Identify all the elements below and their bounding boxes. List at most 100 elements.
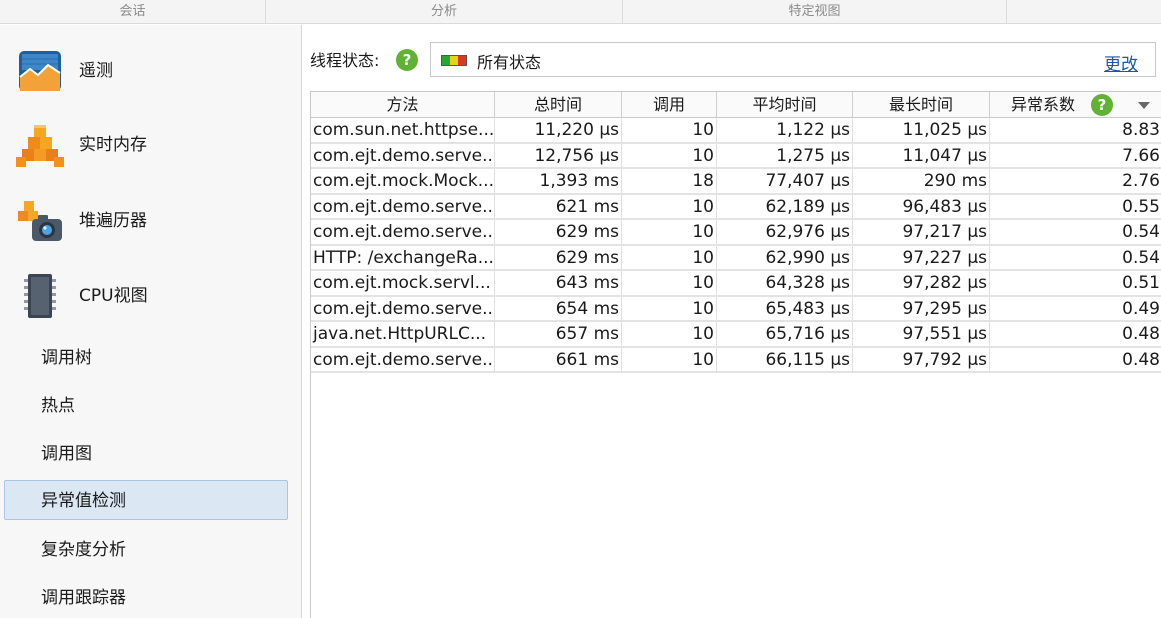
- cell-maximum-time: 97,792 µs: [853, 347, 990, 372]
- cell-average-time: 65,483 µs: [717, 296, 853, 321]
- cell-method: com.sun.net.httpse...: [313, 118, 495, 142]
- thread-state-color-icon: [441, 55, 467, 66]
- cell-outlier-coefficient: 0.54: [1122, 222, 1160, 242]
- change-thread-state-link[interactable]: 更改: [1104, 50, 1138, 75]
- cell-outlier-coefficient: 0.48: [1122, 324, 1160, 344]
- sidebar-item-hot-spots[interactable]: 热点: [4, 385, 288, 425]
- cell-method: com.ejt.demo.serve...: [313, 220, 495, 244]
- sidebar: 遥测 实时内存 堆遍历器 CPU视图 调用树 热点 调用图 异常值检测 复杂度分…: [0, 25, 302, 618]
- cell-total-time: 12,756 µs: [495, 143, 622, 168]
- cell-outlier-coefficient: 0.51: [1122, 273, 1160, 293]
- cell-average-time: 1,275 µs: [717, 143, 853, 168]
- sidebar-item-call-tree[interactable]: 调用树: [4, 337, 288, 377]
- group-session: 会话: [0, 0, 266, 24]
- sidebar-item-label: CPU视图: [79, 286, 148, 306]
- cell-method: com.ejt.demo.serve...: [313, 143, 495, 168]
- cell-total-time: 1,393 ms: [495, 169, 622, 193]
- cell-invocations: 10: [622, 322, 717, 346]
- cell-average-time: 62,189 µs: [717, 194, 853, 219]
- cell-total-time: 643 ms: [495, 271, 622, 295]
- group-specific-views: 特定视图: [623, 0, 1007, 24]
- cell-invocations: 10: [622, 143, 717, 168]
- cell-maximum-time: 97,217 µs: [853, 220, 990, 244]
- column-header-maximum-time[interactable]: 最长时间: [853, 92, 990, 118]
- table-row[interactable]: com.ejt.demo.serve... 629 ms 10 62,976 µs 97…: [311, 220, 1161, 246]
- table-row[interactable]: com.ejt.demo.serve... 621 ms 10 62,189 µs 96…: [311, 194, 1161, 220]
- cell-average-time: 65,716 µs: [717, 322, 853, 346]
- thread-state-label: 线程状态:: [310, 51, 380, 70]
- column-header-outlier-coefficient[interactable]: 异常系数: [990, 92, 1161, 118]
- cell-total-time: 657 ms: [495, 322, 622, 346]
- column-header-method[interactable]: 方法: [311, 92, 495, 118]
- table-row[interactable]: com.ejt.demo.serve... 12,756 µs 10 1,275 µs…: [311, 143, 1161, 169]
- cell-method: HTTP: /exchangeRa...: [313, 245, 495, 270]
- sidebar-item-live-memory[interactable]: 实时内存: [0, 113, 300, 177]
- cell-method: com.ejt.demo.serve...: [313, 194, 495, 219]
- cell-maximum-time: 97,551 µs: [853, 322, 990, 346]
- cell-method: java.net.HttpURLC...: [311, 322, 495, 346]
- cell-average-time: 77,407 µs: [717, 169, 853, 193]
- cell-average-time: 1,122 µs: [717, 118, 853, 142]
- table-row[interactable]: com.ejt.demo.serve... 654 ms 10 65,483 µs 97…: [311, 296, 1161, 322]
- cell-average-time: 62,990 µs: [717, 245, 853, 270]
- cell-average-time: 64,328 µs: [717, 271, 853, 295]
- column-header-total-time[interactable]: 总时间: [495, 92, 622, 118]
- cell-method: com.ejt.demo.serve...: [313, 347, 495, 372]
- cell-invocations: 10: [622, 220, 717, 244]
- sidebar-item-complexity-analysis[interactable]: 复杂度分析: [4, 529, 288, 569]
- cell-average-time: 62,976 µs: [717, 220, 853, 244]
- cpu-chip-icon: [16, 272, 64, 320]
- cell-outlier-coefficient: 0.49: [1122, 298, 1160, 319]
- sidebar-item-call-graph[interactable]: 调用图: [4, 433, 288, 473]
- cell-maximum-time: 97,295 µs: [853, 296, 990, 321]
- cell-maximum-time: 97,227 µs: [853, 245, 990, 270]
- cell-invocations: 10: [622, 296, 717, 321]
- table-row[interactable]: com.ejt.mock.Mock... 1,393 ms 18 77,407 µs 2…: [311, 169, 1161, 195]
- cell-average-time: 66,115 µs: [717, 347, 853, 372]
- cell-invocations: 10: [622, 245, 717, 270]
- cell-outlier-coefficient: 0.48: [1122, 349, 1160, 370]
- cell-method: com.ejt.mock.Mock...: [313, 169, 495, 193]
- cell-maximum-time: 11,025 µs: [853, 118, 990, 142]
- heap-walker-icon: [16, 197, 64, 245]
- sidebar-item-label: 堆遍历器: [79, 211, 147, 231]
- telemetry-icon: [16, 47, 64, 95]
- cell-maximum-time: 97,282 µs: [853, 271, 990, 295]
- cell-invocations: 10: [622, 194, 717, 219]
- table-row[interactable]: java.net.HttpURLC... 657 ms 10 65,716 µs 97,…: [311, 322, 1161, 348]
- table-row[interactable]: com.ejt.mock.servl... 643 ms 10 64,328 µs 97…: [311, 271, 1161, 297]
- sidebar-item-outlier-detection[interactable]: 异常值检测: [4, 480, 288, 520]
- help-icon[interactable]: ?: [1091, 94, 1113, 116]
- table-row[interactable]: HTTP: /exchangeRa... 629 ms 10 62,990 µs 97,…: [311, 245, 1161, 271]
- cell-total-time: 621 ms: [495, 194, 622, 219]
- cell-invocations: 10: [622, 118, 717, 142]
- cell-invocations: 10: [622, 271, 717, 295]
- view-group-bar: 会话 分析 特定视图: [0, 0, 1161, 24]
- sidebar-item-label: 实时内存: [79, 135, 147, 155]
- help-icon[interactable]: ?: [396, 49, 418, 71]
- outlier-detection-view: 线程状态: ? 所有状态 更改 方法 总时间 调用 平均时间 最长时间 异常系数…: [303, 25, 1161, 618]
- cell-method: com.ejt.demo.serve...: [313, 296, 495, 321]
- cell-maximum-time: 11,047 µs: [853, 143, 990, 168]
- column-header-average-time[interactable]: 平均时间: [717, 92, 853, 118]
- sidebar-item-heap-walker[interactable]: 堆遍历器: [0, 189, 300, 253]
- cell-outlier-coefficient: 8.83: [1122, 120, 1160, 140]
- cell-total-time: 654 ms: [495, 296, 622, 321]
- sidebar-item-call-tracer[interactable]: 调用跟踪器: [4, 577, 288, 617]
- cell-method: com.ejt.mock.servl...: [311, 271, 495, 295]
- cell-total-time: 661 ms: [495, 347, 622, 372]
- cell-maximum-time: 290 ms: [853, 169, 990, 193]
- sidebar-item-cpu-views[interactable]: CPU视图: [0, 264, 300, 328]
- sidebar-item-label: 遥测: [79, 61, 113, 81]
- thread-state-value: 所有状态: [477, 53, 542, 72]
- outlier-table: 方法 总时间 调用 平均时间 最长时间 异常系数 ? com.sun.net.h…: [310, 91, 1161, 618]
- table-header: 方法 总时间 调用 平均时间 最长时间 异常系数 ?: [311, 92, 1161, 118]
- table-row[interactable]: com.sun.net.httpse... 11,220 µs 10 1,122 µs…: [311, 118, 1161, 144]
- group-analysis: 分析: [266, 0, 623, 24]
- sidebar-item-telemetry[interactable]: 遥测: [0, 39, 300, 103]
- cell-maximum-time: 96,483 µs: [853, 194, 990, 219]
- cell-total-time: 11,220 µs: [495, 118, 622, 142]
- column-header-invocations[interactable]: 调用: [622, 92, 717, 118]
- thread-state-selector[interactable]: 所有状态 更改: [430, 42, 1156, 77]
- table-row[interactable]: com.ejt.demo.serve... 661 ms 10 66,115 µs 97…: [311, 347, 1161, 373]
